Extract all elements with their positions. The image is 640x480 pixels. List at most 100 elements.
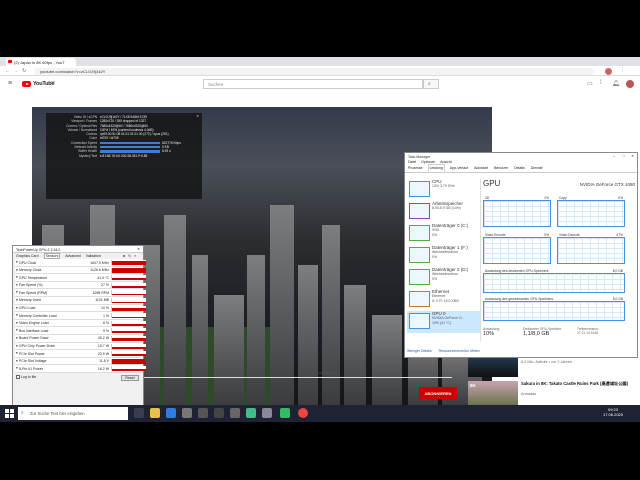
sensor-value[interactable]: 15.7 W (77, 344, 109, 348)
graph-video-encode[interactable]: Video Encode 0% (483, 233, 551, 264)
resource-item[interactable]: Arbeitsspeicher 8,0/15,9 GB (14%) (407, 201, 480, 223)
tab-autostart[interactable]: Autostart (473, 165, 489, 171)
sensor-value[interactable]: 10 % (77, 306, 109, 310)
sensor-value[interactable]: 23.9 W (77, 352, 109, 356)
graph-dedicated-memory[interactable]: Auslastung des dedizierten GPU-Speichers… (483, 269, 625, 293)
tab-app-verlauf[interactable]: App-Verlauf (449, 165, 469, 171)
taskbar-search[interactable]: ⌕ Zur Suche Text hier eingeben (18, 407, 128, 420)
dropdown-arrow-icon[interactable]: ▾ (16, 298, 18, 302)
save-button[interactable]: ≡+ SPEICHERN (408, 370, 437, 375)
reset-button[interactable]: Reset (121, 374, 139, 381)
dropdown-arrow-icon[interactable]: ▾ (16, 328, 18, 332)
sensor-value[interactable]: 40.2 W (77, 336, 109, 340)
apps-icon[interactable]: ⁞ (600, 80, 602, 86)
reload-icon[interactable]: ↻ (22, 68, 26, 74)
tab-details[interactable]: Details (513, 165, 526, 171)
tm-close-icon[interactable]: ✕ (631, 154, 634, 158)
dropdown-arrow-icon[interactable]: ▾ (16, 359, 18, 363)
tab-leistung[interactable]: Leistung (427, 164, 445, 172)
sensor-value[interactable]: 1101 MB (77, 298, 109, 302)
graph-copy[interactable]: Copy 0% (557, 196, 625, 227)
app-icon[interactable] (198, 408, 208, 418)
tab-prozesse[interactable]: Prozesse (407, 165, 424, 171)
app-icon[interactable] (214, 408, 224, 418)
sensor-value[interactable]: 1 % (77, 314, 109, 318)
share-button[interactable]: ↪ TEILEN (378, 370, 396, 375)
app-icon[interactable] (246, 408, 256, 418)
back-icon[interactable]: ← (5, 68, 10, 74)
refresh-icon[interactable]: ↻ (128, 254, 131, 258)
dropdown-arrow-icon[interactable]: ▾ (16, 283, 18, 287)
sensor-value[interactable]: 8 % (77, 321, 109, 325)
youtube-search-input[interactable]: Suchen (203, 79, 423, 89)
resource-item[interactable]: CPU 13% 3,79 GHz (407, 179, 480, 201)
graph-3d[interactable]: 3D 2% (483, 196, 551, 227)
sensor-value[interactable]: 1126.6 MHz (77, 268, 109, 272)
tab-benutzer[interactable]: Benutzer (493, 165, 509, 171)
menu-icon[interactable]: ≡ (134, 254, 136, 258)
sensor-value[interactable]: 9 % (77, 329, 109, 333)
gpuz-tab-graphics-card[interactable]: Graphics Card (16, 254, 39, 258)
graph-video-decode[interactable]: Video Decode 47% (557, 233, 625, 264)
dropdown-arrow-icon[interactable]: ▾ (16, 344, 18, 348)
gpuz-tab-advanced[interactable]: Advanced (65, 254, 81, 258)
menu-datei[interactable]: Datei (408, 160, 416, 164)
log-checkbox[interactable] (16, 374, 20, 379)
sensor-value[interactable]: 1607.0 MHz (77, 261, 109, 265)
profile-avatar[interactable] (605, 67, 612, 75)
task-view-icon[interactable] (134, 408, 144, 418)
edge-icon[interactable] (166, 408, 176, 418)
hamburger-menu-icon[interactable]: ≡ (8, 80, 12, 87)
dislike-button[interactable]: 👎︎ 2456 (350, 370, 364, 376)
search-button[interactable]: ⌕ (423, 79, 439, 89)
dropdown-arrow-icon[interactable]: ▾ (16, 321, 18, 325)
youtube-avatar[interactable] (626, 80, 634, 88)
resource-monitor-link[interactable]: Ressourcenmonitor öffnen (439, 349, 480, 353)
sensor-value[interactable]: 1098 RPM (77, 291, 109, 295)
sensor-value[interactable]: 11.8 V (77, 359, 109, 363)
dropdown-arrow-icon[interactable]: ▾ (16, 290, 18, 294)
minimize-icon[interactable]: – (613, 154, 615, 158)
close-stats-icon[interactable]: ✕ (196, 114, 199, 118)
windows-start-icon[interactable] (5, 409, 14, 418)
subscribe-button[interactable]: ABONNIEREN (419, 387, 457, 399)
store-icon[interactable] (182, 408, 192, 418)
resource-item[interactable]: Ethernet Ethernet S: 0 R: 16,0 KBit/ (407, 289, 480, 311)
upload-icon[interactable]: ▭ (587, 80, 593, 87)
gpuz-close-icon[interactable]: ✕ (137, 247, 140, 251)
bell-icon[interactable]: 🔔︎ (612, 80, 620, 87)
menu-kebab-icon[interactable]: ⋮ (620, 67, 625, 73)
dropdown-arrow-icon[interactable]: ▾ (16, 268, 18, 272)
resource-item[interactable]: Datenträger 1 (F:) Wechselmedium 0% (407, 245, 480, 267)
graph-shared-memory[interactable]: Auslastung des gemeinsamen GPU-Speichers… (483, 297, 625, 321)
resource-item[interactable]: GPU 0 NVIDIA GeForce G... 10% (41 °C) (407, 311, 480, 333)
dropdown-arrow-icon[interactable]: ▾ (16, 351, 18, 355)
forward-icon[interactable]: → (13, 68, 18, 74)
gpuz-tab-validation[interactable]: Validation (86, 254, 101, 258)
browser-tab[interactable]: (2) Japan in 8K 60fps - YouT (6, 58, 76, 66)
camera-icon[interactable]: ◘ (123, 254, 125, 258)
resource-item[interactable]: Datenträger 2 (D:) Wechselmedium 0% (407, 267, 480, 289)
gpuz-taskbar-icon[interactable] (280, 408, 290, 418)
app-icon[interactable] (230, 408, 240, 418)
sensor-value[interactable]: 41.0 °C (77, 276, 109, 280)
dropdown-arrow-icon[interactable]: ▾ (16, 366, 18, 370)
dropdown-arrow-icon[interactable]: ▾ (16, 306, 18, 310)
task-manager-taskbar-icon[interactable] (262, 408, 272, 418)
sensor-value[interactable]: 16.2 W (77, 367, 109, 371)
dropdown-arrow-icon[interactable]: ▾ (16, 313, 18, 317)
dropdown-arrow-icon[interactable]: ▾ (16, 260, 18, 264)
like-button[interactable]: 👍︎ 115.666 (318, 370, 337, 376)
file-explorer-icon[interactable] (150, 408, 160, 418)
youtube-logo-icon[interactable] (22, 81, 31, 87)
clock[interactable]: 09:23 17.06.2020 (598, 407, 628, 417)
chrome-icon[interactable] (298, 408, 308, 418)
sensor-value[interactable]: 27 % (77, 283, 109, 287)
url-field[interactable]: youtube.com/watch?v=zCLOJ9j1k2Y (34, 67, 594, 75)
maximize-icon[interactable]: □ (623, 154, 625, 158)
less-details-link[interactable]: Weniger Details (407, 349, 432, 353)
tab-dienste[interactable]: Dienste (530, 165, 544, 171)
resource-item[interactable]: Datenträger 0 (C:) SSD 0% (407, 223, 480, 245)
dropdown-arrow-icon[interactable]: ▾ (16, 336, 18, 340)
dropdown-arrow-icon[interactable]: ▾ (16, 275, 18, 279)
